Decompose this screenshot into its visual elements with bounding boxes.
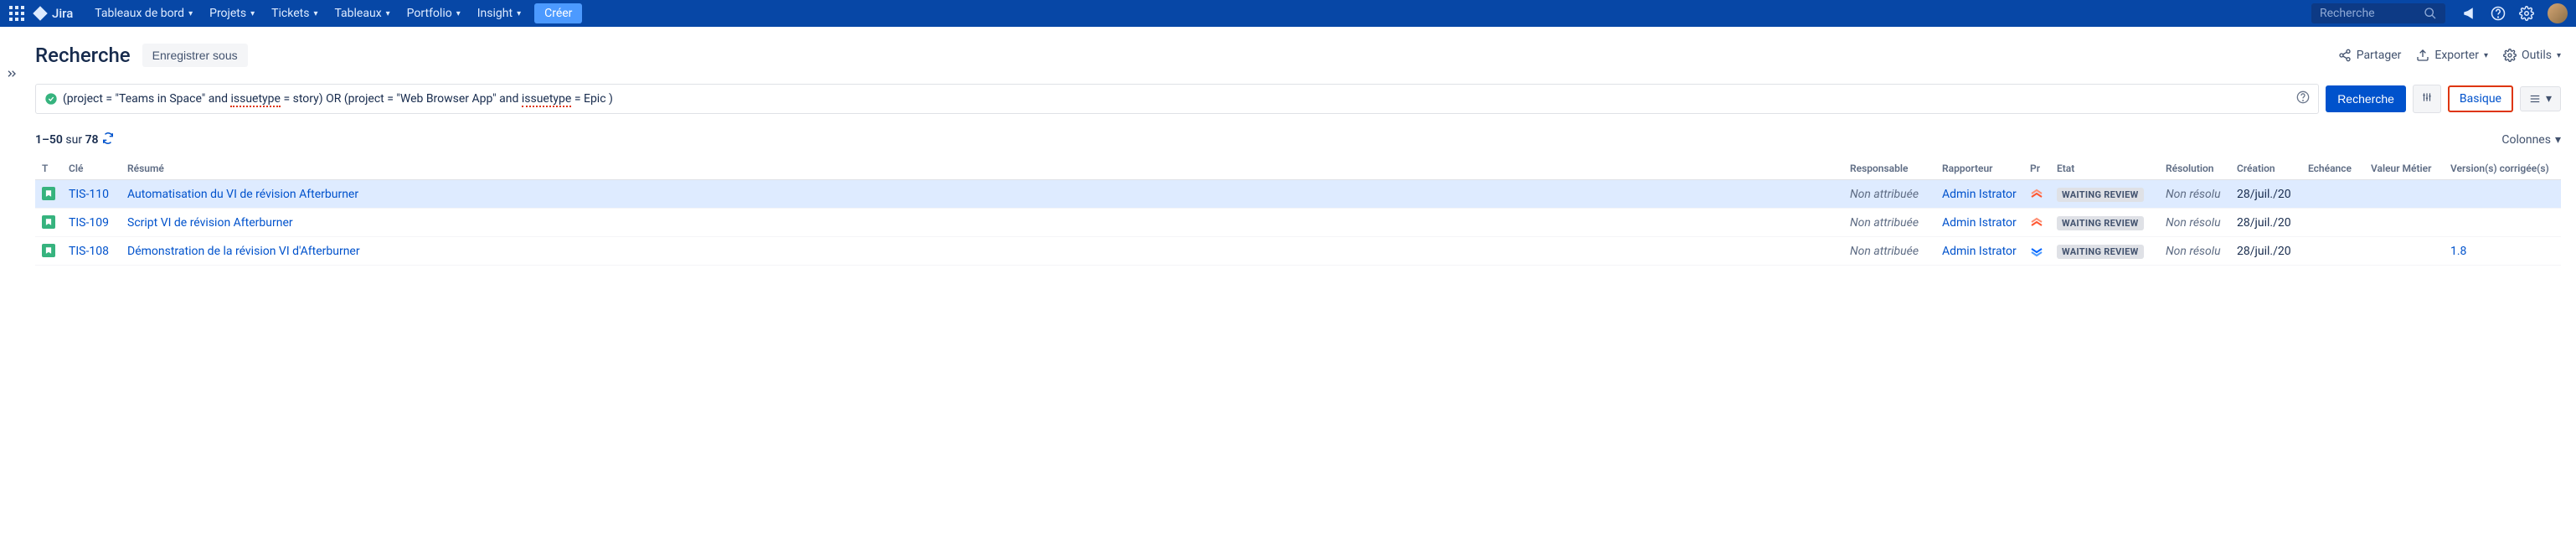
status-badge: WAITING REVIEW	[2057, 245, 2144, 259]
col-header-type[interactable]: T	[35, 158, 62, 180]
reporter-link[interactable]: Admin Istrator	[1942, 245, 2017, 258]
issue-key-link[interactable]: TIS-109	[69, 216, 109, 230]
created-text: 28/juil./20	[2230, 237, 2301, 266]
priority-icon	[2030, 216, 2043, 230]
col-header-assignee[interactable]: Responsable	[1843, 158, 1935, 180]
app-switcher-icon[interactable]	[8, 5, 25, 22]
refresh-icon[interactable]	[102, 132, 114, 147]
save-as-button[interactable]: Enregistrer sous	[142, 44, 248, 67]
assignee-text: Non attribuée	[1850, 188, 1919, 201]
share-button[interactable]: Partager	[2338, 49, 2402, 62]
resolution-text: Non résolu	[2166, 216, 2221, 230]
search-icon	[2424, 7, 2437, 20]
help-icon[interactable]	[2491, 6, 2506, 21]
jql-assist-button[interactable]	[2413, 85, 2441, 113]
col-header-reporter[interactable]: Rapporteur	[1935, 158, 2023, 180]
jira-logo[interactable]: Jira	[32, 5, 73, 22]
search-button[interactable]: Recherche	[2326, 85, 2406, 112]
jira-logo-text: Jira	[52, 6, 73, 21]
col-header-resolution[interactable]: Résolution	[2159, 158, 2230, 180]
created-text: 28/juil./20	[2230, 180, 2301, 209]
sidebar-expand-icon[interactable]	[0, 27, 23, 266]
page-title: Recherche	[35, 44, 131, 67]
jql-input[interactable]: (project = "Teams in Space" and issuetyp…	[35, 84, 2319, 114]
jql-help-icon[interactable]	[2296, 90, 2310, 107]
story-icon	[42, 244, 55, 257]
list-view-icon	[2529, 93, 2541, 105]
table-row[interactable]: TIS-110 Automatisation du VI de révision …	[35, 180, 2561, 209]
resolution-text: Non résolu	[2166, 245, 2221, 258]
columns-button[interactable]: Colonnes▾	[2501, 133, 2561, 147]
nav-boards[interactable]: Tableaux▾	[326, 0, 398, 27]
story-icon	[42, 215, 55, 229]
assignee-text: Non attribuée	[1850, 245, 1919, 258]
settings-icon[interactable]	[2519, 6, 2534, 21]
issue-table: T Clé Résumé Responsable Rapporteur Pr E…	[35, 158, 2561, 266]
export-icon	[2416, 49, 2429, 62]
export-button[interactable]: Exporter ▾	[2416, 49, 2488, 62]
status-badge: WAITING REVIEW	[2057, 216, 2144, 230]
issue-summary-link[interactable]: Automatisation du VI de révision Afterbu…	[127, 188, 358, 201]
reporter-link[interactable]: Admin Istrator	[1942, 188, 2017, 201]
story-icon	[42, 187, 55, 200]
col-header-key[interactable]: Clé	[62, 158, 121, 180]
user-avatar[interactable]	[2548, 3, 2568, 23]
due-text	[2301, 180, 2364, 209]
nav-portfolio[interactable]: Portfolio▾	[399, 0, 469, 27]
business-text	[2364, 180, 2444, 209]
create-button[interactable]: Créer	[534, 3, 582, 23]
col-header-priority[interactable]: Pr	[2023, 158, 2050, 180]
due-text	[2301, 209, 2364, 237]
nav-insight[interactable]: Insight▾	[469, 0, 529, 27]
gear-icon	[2503, 49, 2517, 62]
nav-tickets[interactable]: Tickets▾	[263, 0, 326, 27]
created-text: 28/juil./20	[2230, 209, 2301, 237]
issue-key-link[interactable]: TIS-110	[69, 188, 109, 201]
issue-summary-link[interactable]: Script VI de révision Afterburner	[127, 216, 293, 230]
fixversion-link[interactable]: 1.8	[2450, 245, 2466, 258]
reporter-link[interactable]: Admin Istrator	[1942, 216, 2017, 230]
col-header-created[interactable]: Création	[2230, 158, 2301, 180]
priority-icon	[2030, 245, 2043, 258]
tools-button[interactable]: Outils ▾	[2503, 49, 2561, 62]
share-icon	[2338, 49, 2352, 62]
col-header-fixversion[interactable]: Version(s) corrigée(s)	[2444, 158, 2561, 180]
col-header-business[interactable]: Valeur Métier	[2364, 158, 2444, 180]
view-switcher[interactable]: ▾	[2520, 86, 2561, 111]
results-count: 1–50 sur 78	[35, 133, 99, 147]
table-row[interactable]: TIS-109 Script VI de révision Afterburner…	[35, 209, 2561, 237]
global-search-input[interactable]: Recherche	[2311, 3, 2445, 23]
feedback-icon[interactable]	[2462, 6, 2477, 21]
search-placeholder: Recherche	[2320, 7, 2424, 20]
nav-dashboards[interactable]: Tableaux de bord▾	[86, 0, 201, 27]
basic-mode-button[interactable]: Basique	[2448, 85, 2513, 112]
status-badge: WAITING REVIEW	[2057, 188, 2144, 202]
nav-projects[interactable]: Projets▾	[201, 0, 263, 27]
table-row[interactable]: TIS-108 Démonstration de la révision VI d…	[35, 237, 2561, 266]
due-text	[2301, 237, 2364, 266]
jql-text: (project = "Teams in Space" and issuetyp…	[63, 92, 2296, 106]
assignee-text: Non attribuée	[1850, 216, 1919, 230]
resolution-text: Non résolu	[2166, 188, 2221, 201]
priority-icon	[2030, 188, 2043, 201]
valid-query-icon	[44, 92, 58, 106]
col-header-summary[interactable]: Résumé	[121, 158, 1843, 180]
col-header-due[interactable]: Echéance	[2301, 158, 2364, 180]
issue-key-link[interactable]: TIS-108	[69, 245, 109, 258]
issue-summary-link[interactable]: Démonstration de la révision VI d'Afterb…	[127, 245, 360, 258]
business-text	[2364, 237, 2444, 266]
col-header-status[interactable]: Etat	[2050, 158, 2159, 180]
business-text	[2364, 209, 2444, 237]
